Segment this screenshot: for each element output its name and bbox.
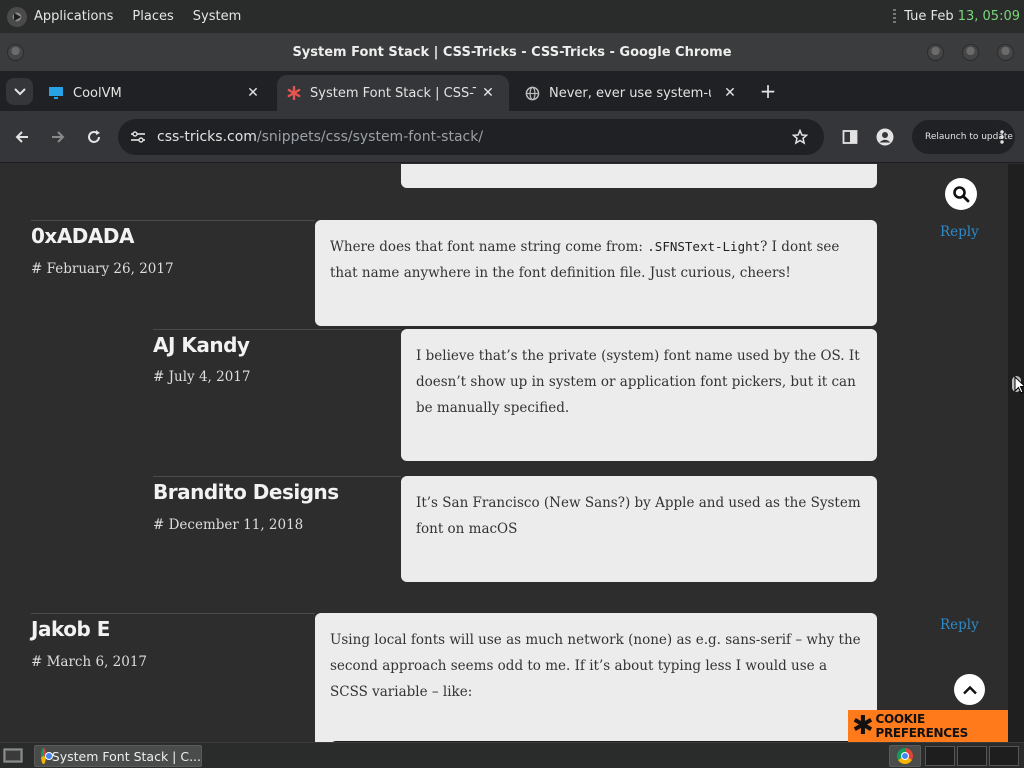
tab-title: Never, ever use system-ui as	[549, 85, 711, 101]
clock-date: Tue Feb	[904, 9, 958, 24]
tab-system-ui[interactable]: Never, ever use system-ui as ✕	[515, 75, 751, 111]
close-window-button[interactable]	[997, 44, 1014, 61]
forward-button[interactable]	[46, 125, 70, 149]
comment-author: AJ Kandy	[153, 333, 250, 357]
reload-button[interactable]	[82, 125, 106, 149]
comment-author: Brandito Designs	[153, 480, 339, 504]
places-menu[interactable]: Places	[132, 9, 173, 24]
tab-coolvm[interactable]: CoolVM ✕	[38, 75, 274, 111]
comment-date-link[interactable]: # December 11, 2018	[153, 517, 303, 533]
comment-text: It’s San Francisco (New Sans?) by Apple …	[416, 495, 861, 537]
bottom-taskbar: System Font Stack | C...	[0, 742, 1024, 768]
search-button[interactable]	[945, 178, 977, 210]
panel-handle	[893, 8, 897, 25]
comment-bubble: I believe that’s the private (system) fo…	[401, 329, 877, 461]
plus-icon: +	[759, 79, 777, 103]
chrome-icon	[897, 748, 913, 764]
search-icon	[953, 186, 970, 203]
url-path: /snippets/css/system-font-stack/	[256, 129, 484, 145]
close-icon[interactable]: ✕	[721, 84, 739, 102]
tab-strip: CoolVM ✕ System Font Stack | CSS-Tricks …	[0, 71, 1024, 111]
cookie-preferences-button[interactable]: ✱ COOKIE PREFERENCES	[848, 710, 1008, 742]
browser-toolbar: css-tricks.com/snippets/css/system-font-…	[0, 111, 1024, 163]
top-panel: Applications Places System Tue Feb 13, 0…	[0, 0, 1024, 33]
comment-divider	[153, 476, 401, 477]
url-host: css-tricks.com	[157, 129, 257, 145]
reply-link[interactable]: Reply	[940, 224, 979, 240]
window-title: System Font Stack | CSS-Tricks - CSS-Tri…	[292, 44, 732, 60]
system-menu[interactable]: System	[193, 9, 241, 24]
comment-author: 0xADADA	[31, 224, 134, 248]
workspace-3[interactable]	[957, 746, 987, 766]
page-content: 0xADADA # February 26, 2017 Where does t…	[0, 164, 1008, 742]
panel-clock[interactable]: Tue Feb 13, 05:09	[904, 9, 1020, 24]
workspace-4[interactable]	[989, 746, 1019, 766]
profile-button[interactable]	[873, 125, 897, 149]
comment-bubble: It’s San Francisco (New Sans?) by Apple …	[401, 476, 877, 582]
maximize-button[interactable]	[962, 44, 979, 61]
asterisk-icon: ✱	[852, 711, 874, 741]
star-bookmark-icon[interactable]	[792, 129, 808, 145]
comment-text: Where does that font name string come fr…	[330, 239, 648, 255]
distro-logo-icon[interactable]	[7, 6, 27, 27]
side-panel-button[interactable]	[838, 125, 862, 149]
workspace-2[interactable]	[925, 746, 955, 766]
new-tab-button[interactable]: +	[757, 80, 779, 102]
comment-date-link[interactable]: # March 6, 2017	[31, 654, 147, 670]
page-scrollbar[interactable]	[1008, 164, 1024, 742]
css-tricks-star-icon	[287, 86, 301, 100]
side-panel-icon	[842, 130, 858, 144]
tab-search-button[interactable]	[6, 78, 33, 105]
chevron-up-icon	[962, 685, 977, 694]
comment-divider	[31, 613, 315, 614]
comment-bubble-previous	[401, 164, 877, 188]
inline-code: .SFNSText-Light	[647, 239, 761, 254]
monitor-icon	[49, 87, 63, 99]
back-button[interactable]	[10, 125, 34, 149]
clock-time: 13, 05:09	[957, 9, 1020, 24]
comment-text: I believe that’s the private (system) fo…	[416, 348, 860, 416]
comment-date-link[interactable]: # July 4, 2017	[153, 369, 250, 385]
cookie-label: COOKIE PREFERENCES	[875, 712, 969, 740]
arrow-left-icon	[15, 131, 28, 143]
tab-title: CoolVM	[73, 85, 122, 101]
close-icon[interactable]: ✕	[244, 84, 262, 102]
profile-icon	[876, 128, 894, 146]
mouse-cursor-icon	[1014, 376, 1024, 394]
arrow-right-icon	[52, 131, 65, 143]
tab-title: System Font Stack | CSS-Tricks	[310, 85, 476, 101]
task-label: System Font Stack | C...	[51, 748, 201, 764]
relaunch-to-update-button[interactable]: Relaunch to update	[912, 120, 1015, 154]
reload-icon	[88, 130, 100, 143]
chevron-down-icon	[13, 87, 26, 95]
globe-icon	[525, 86, 540, 100]
reply-link[interactable]: Reply	[940, 617, 979, 633]
window-titlebar[interactable]: System Font Stack | CSS-Tricks - CSS-Tri…	[0, 33, 1024, 71]
show-desktop-icon[interactable]	[3, 747, 23, 764]
site-info-icon[interactable]	[130, 130, 146, 144]
comment-author: Jakob E	[31, 617, 110, 641]
comment-divider	[31, 220, 315, 221]
comment-text: Using local fonts will use as much netwo…	[330, 632, 861, 700]
chrome-icon	[41, 748, 53, 764]
close-icon[interactable]: ✕	[479, 84, 497, 102]
comment-date-link[interactable]: # February 26, 2017	[31, 261, 174, 277]
window-menu-button[interactable]	[7, 44, 24, 61]
applications-menu[interactable]: Applications	[34, 9, 113, 24]
url-text[interactable]: css-tricks.com/snippets/css/system-font-…	[157, 129, 483, 145]
address-bar[interactable]: css-tricks.com/snippets/css/system-font-…	[118, 119, 824, 155]
comment-bubble: Using local fonts will use as much netwo…	[315, 613, 877, 742]
taskbar-chrome-window[interactable]: System Font Stack | C...	[34, 745, 202, 767]
scroll-to-top-button[interactable]	[954, 674, 985, 705]
minimize-button[interactable]	[927, 44, 944, 61]
workspace-chrome-button[interactable]	[889, 745, 921, 767]
comment-bubble: Where does that font name string come fr…	[315, 220, 877, 326]
tab-css-tricks[interactable]: System Font Stack | CSS-Tricks ✕	[277, 75, 509, 111]
more-vertical-icon	[1000, 130, 1004, 144]
comment-divider	[153, 329, 401, 330]
